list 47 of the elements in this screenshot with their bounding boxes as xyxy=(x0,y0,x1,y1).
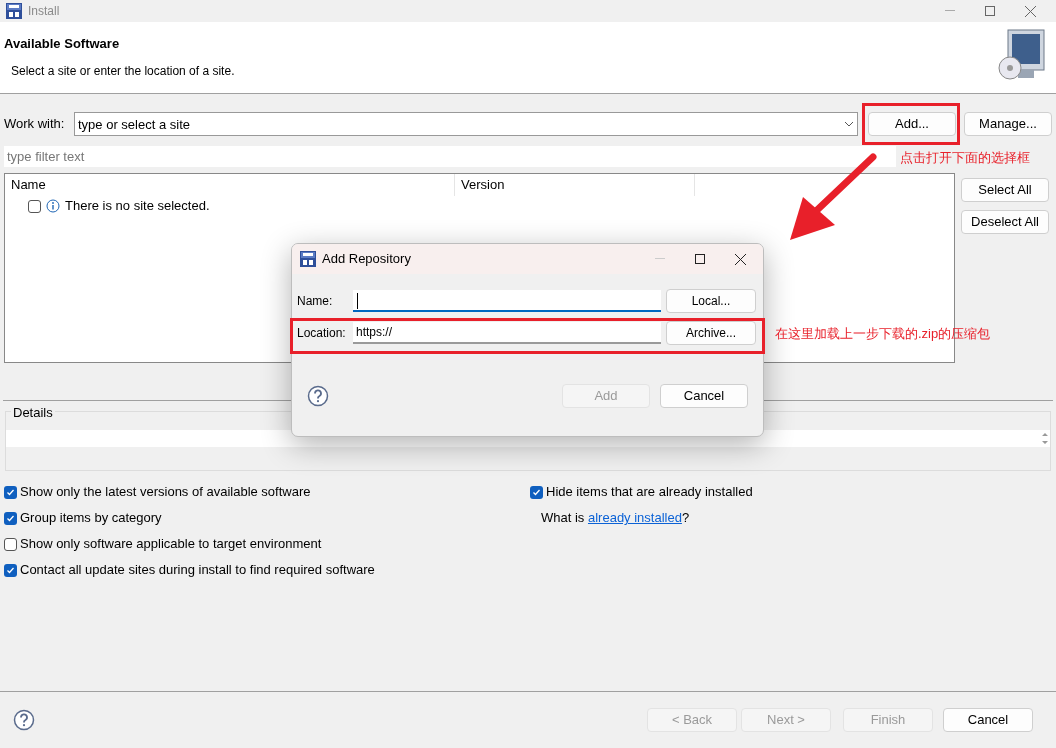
page-title: Available Software xyxy=(4,35,121,53)
site-combo-box[interactable]: type or select a site xyxy=(74,112,858,136)
wizard-button[interactable]: Cancel xyxy=(943,708,1033,732)
checkbox[interactable] xyxy=(530,485,543,499)
select-all-button[interactable]: Select All xyxy=(961,178,1049,202)
add-button[interactable]: Add... xyxy=(868,112,956,136)
annotation-text: 点击打开下面的选择框 xyxy=(900,149,1030,167)
column-header[interactable]: Version xyxy=(455,174,695,196)
installed-note: What is already installed? xyxy=(540,507,691,530)
text-field[interactable] xyxy=(353,290,661,312)
window-title: Install xyxy=(28,3,60,20)
app-logo-icon xyxy=(6,3,22,19)
dialog-button[interactable]: Cancel xyxy=(660,384,748,408)
option-label: Group items by category xyxy=(20,509,162,528)
already-installed-link[interactable]: already installed xyxy=(587,508,682,528)
close-icon[interactable] xyxy=(735,253,746,265)
deselect-all-button[interactable]: Deselect All xyxy=(961,210,1049,234)
checkbox[interactable] xyxy=(4,485,17,499)
column-header[interactable]: Name xyxy=(5,174,455,196)
manage-button[interactable]: Manage... xyxy=(964,112,1052,136)
option-label: Show only software applicable to target environment xyxy=(20,535,322,554)
option-label: Contact all update sites during install to find required software xyxy=(20,561,375,580)
browse-button[interactable]: Archive... xyxy=(666,321,756,345)
help-icon[interactable] xyxy=(307,385,329,407)
work-with-label: Work with: xyxy=(4,115,66,134)
option-label: Show only the latest versions of available software xyxy=(20,483,311,502)
checkbox[interactable] xyxy=(4,537,17,551)
text-field[interactable]: https:// xyxy=(353,322,661,344)
annotation-text: 在这里加载上一步下载的.zip的压缩包 xyxy=(775,325,991,343)
field-label: Name: xyxy=(297,293,334,310)
checkbox[interactable] xyxy=(28,199,41,213)
dialog-title: Add Repository xyxy=(322,250,411,269)
scroll-arrows-icon[interactable] xyxy=(1040,430,1050,447)
browse-button[interactable]: Local... xyxy=(666,289,756,313)
option-label: Hide items that are already installed xyxy=(546,483,753,502)
help-icon[interactable] xyxy=(13,709,35,731)
info-icon xyxy=(46,199,60,213)
filter-field[interactable]: type filter text xyxy=(4,146,896,167)
maximize-icon[interactable] xyxy=(695,254,705,264)
chevron-down-icon[interactable] xyxy=(844,121,854,127)
field-label: Location: xyxy=(297,325,347,342)
text-cursor xyxy=(357,293,358,309)
app-logo-icon xyxy=(300,251,316,267)
table-cell-text: There is no site selected. xyxy=(65,197,210,216)
page-subtitle: Select a site or enter the location of a site. xyxy=(10,62,235,80)
checkbox[interactable] xyxy=(4,563,17,577)
checkbox[interactable] xyxy=(4,511,17,525)
